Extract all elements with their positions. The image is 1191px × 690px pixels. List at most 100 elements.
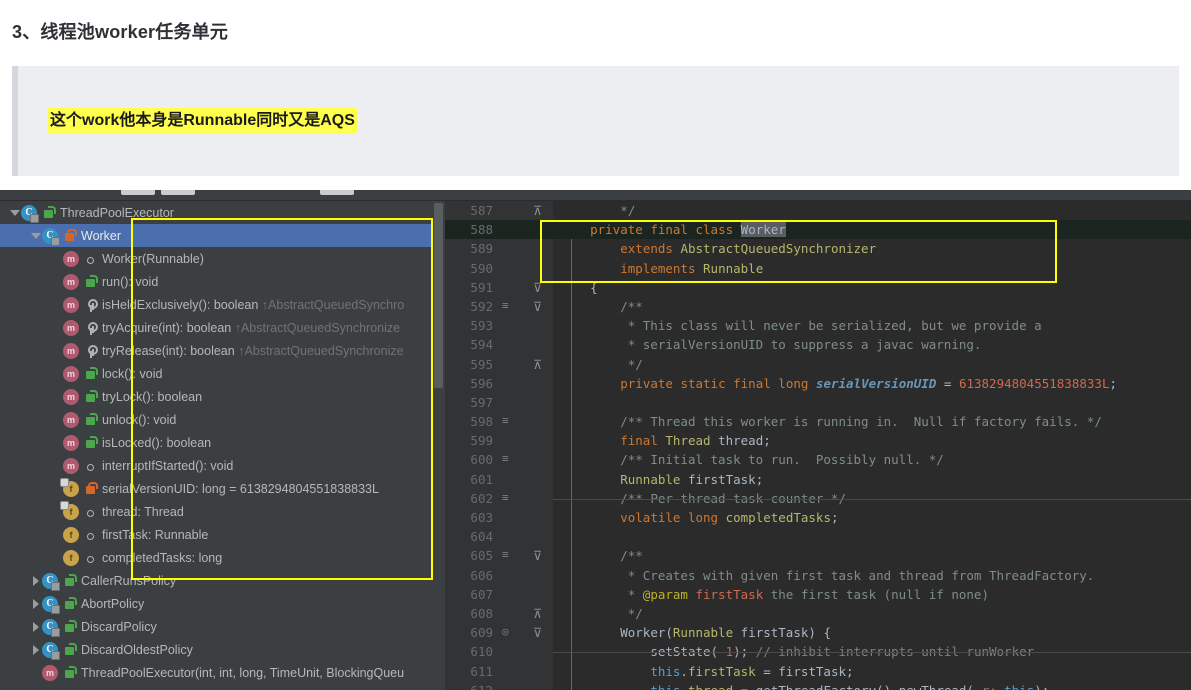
tree-row-label: AbortPolicy [81,596,145,611]
code-line[interactable]: 587 ⊼ */ [445,201,1191,220]
method-icon: m [63,457,79,474]
chevron-right-icon[interactable] [29,638,42,661]
tree-row[interactable]: m tryRelease(int): boolean ↑AbstractQueue… [0,339,445,362]
tree-row-label: completedTasks: long [102,550,223,565]
fold-collapse-icon[interactable]: ⊽ [533,623,547,642]
public-modifier-icon [83,435,98,451]
code-line[interactable]: 612 this.thread = getThreadFactory().new… [445,680,1191,690]
tree-row[interactable]: m isHeldExclusively(): boolean ↑AbstractQ… [0,293,445,316]
private-modifier-icon [62,228,77,244]
code-line[interactable]: 608 ⊼ */ [445,603,1191,624]
code-line[interactable]: 605 ≡ ⊽ /** [445,546,1191,566]
annotation-gutter-icon[interactable]: ◎ [502,626,514,638]
package-modifier-icon [83,527,97,543]
javadoc-gutter-icon[interactable]: ≡ [502,453,514,465]
package-modifier-icon [83,504,97,520]
tree-row[interactable]: C DiscardOldestPolicy [0,638,445,661]
tree-row-label: tryLock(): boolean [102,389,203,404]
toolbar-button[interactable] [121,190,155,195]
code-text: this.firstTask = firstTask; [650,663,854,679]
code-line[interactable]: 611 this.firstTask = firstTask; [445,661,1191,681]
code-text: * serialVersionUID to suppress a javac w… [627,337,982,353]
tree-row[interactable]: C AbortPolicy [0,592,445,615]
code-line[interactable]: 604 [445,527,1191,547]
chevron-down-icon[interactable] [8,201,21,224]
tree-row[interactable]: m run(): void [0,270,445,293]
fold-end-icon[interactable]: ⊼ [533,355,547,374]
line-number: 588 [470,222,493,238]
structure-tree-panel[interactable]: C ThreadPoolExecutor C Worker m Worker(Runnab… [0,201,445,690]
public-modifier-icon [83,412,98,428]
tree-row-label: tryRelease(int): boolean ↑AbstractQueued… [102,343,404,358]
code-line[interactable]: 591 ⊽ { [445,277,1191,297]
tree-row[interactable]: C CallerRunsPolicy [0,569,445,592]
public-modifier-icon [62,665,77,681]
code-line[interactable]: 600 ≡ /** Initial task to run. Possibly n… [445,450,1191,470]
code-line[interactable]: 592 ≡ ⊽ /** [445,296,1191,317]
tree-row[interactable]: C Worker [0,224,445,247]
tree-scrollbar-thumb[interactable] [434,203,443,388]
code-editor[interactable]: 587 ⊼ */588 private final class Worker 589… [445,201,1191,690]
chevron-down-icon[interactable] [29,224,42,247]
chevron-right-icon[interactable] [29,592,42,615]
line-number: 612 [445,681,493,690]
fold-end-icon[interactable]: ⊼ [533,604,547,623]
tree-row[interactable]: f thread: Thread [0,500,445,523]
tree-row[interactable]: m tryAcquire(int): boolean ↑AbstractQueue… [0,316,445,339]
method-icon: m [63,319,79,336]
code-line[interactable]: 603 volatile long completedTasks; [445,508,1191,528]
code-line[interactable]: 599 final Thread thread; [445,431,1191,451]
javadoc-gutter-icon[interactable]: ≡ [502,491,514,504]
code-line[interactable]: 596 private static final long serialVers… [445,373,1191,393]
method-icon: m [63,273,79,290]
chevron-right-icon[interactable] [29,615,42,638]
public-modifier-icon [83,366,98,382]
quote-block: 这个work他本身是Runnable同时又是AQS [12,66,1179,176]
javadoc-gutter-icon[interactable]: ≡ [502,299,514,312]
tree-row[interactable]: m unlock(): void [0,408,445,431]
tree-row[interactable]: m interruptIfStarted(): void [0,454,445,477]
protected-modifier-icon [83,297,98,313]
code-line[interactable]: 597 [445,392,1191,413]
chevron-right-icon[interactable] [29,569,42,592]
code-text: Runnable firstTask; [620,471,764,487]
code-text: private static final long serialVersionU… [620,375,1117,391]
code-line[interactable]: 588 private final class Worker [445,220,1191,240]
code-line[interactable]: 601 Runnable firstTask; [445,469,1191,489]
tree-row[interactable]: C DiscardPolicy [0,615,445,638]
javadoc-gutter-icon[interactable]: ≡ [502,415,514,427]
code-line[interactable]: 593 * This class will never be serialize… [445,316,1191,336]
tree-row[interactable]: f firstTask: Runnable [0,523,445,546]
code-line[interactable]: 589 extends AbstractQueuedSynchronizer [445,239,1191,259]
tree-row[interactable]: f completedTasks: long [0,546,445,569]
code-line[interactable]: 598 ≡ /** Thread this worker is running i… [445,412,1191,432]
tree-row[interactable]: m lock(): void [0,362,445,385]
fold-collapse-icon[interactable]: ⊽ [533,297,547,316]
code-line[interactable]: 595 ⊼ */ [445,354,1191,374]
javadoc-gutter-icon[interactable]: ≡ [502,549,514,561]
fold-end-icon[interactable]: ⊼ [533,201,547,220]
tree-row[interactable]: C ThreadPoolExecutor [0,201,445,224]
code-text: { [590,279,598,295]
code-line[interactable]: 609 ◎ ⊽ Worker(Runnable firstTask) { [445,623,1191,643]
tree-row[interactable]: m isLocked(): boolean [0,431,445,454]
tree-row[interactable]: m ThreadPoolExecutor(int, int, long, Time… [0,661,445,684]
fold-collapse-icon[interactable]: ⊽ [533,278,547,297]
tree-row[interactable]: f serialVersionUID: long = 61382948045518… [0,477,445,500]
line-number: 593 [470,318,493,334]
toolbar-button[interactable] [320,190,354,195]
tree-row[interactable]: m tryLock(): boolean [0,385,445,408]
code-line[interactable]: 606 * Creates with given first task and … [445,565,1191,585]
toolbar-button[interactable] [161,190,195,195]
line-number: 587 [470,203,493,218]
public-modifier-icon [62,573,77,589]
code-line[interactable]: 594 * serialVersionUID to suppress a jav… [445,335,1191,355]
code-line[interactable]: 590 implements Runnable [445,258,1191,278]
tree-row[interactable]: m Worker(Runnable) [0,247,445,270]
code-line[interactable]: 607 * @param firstTask the first task (n… [445,584,1191,604]
fold-collapse-icon[interactable]: ⊽ [533,546,547,565]
